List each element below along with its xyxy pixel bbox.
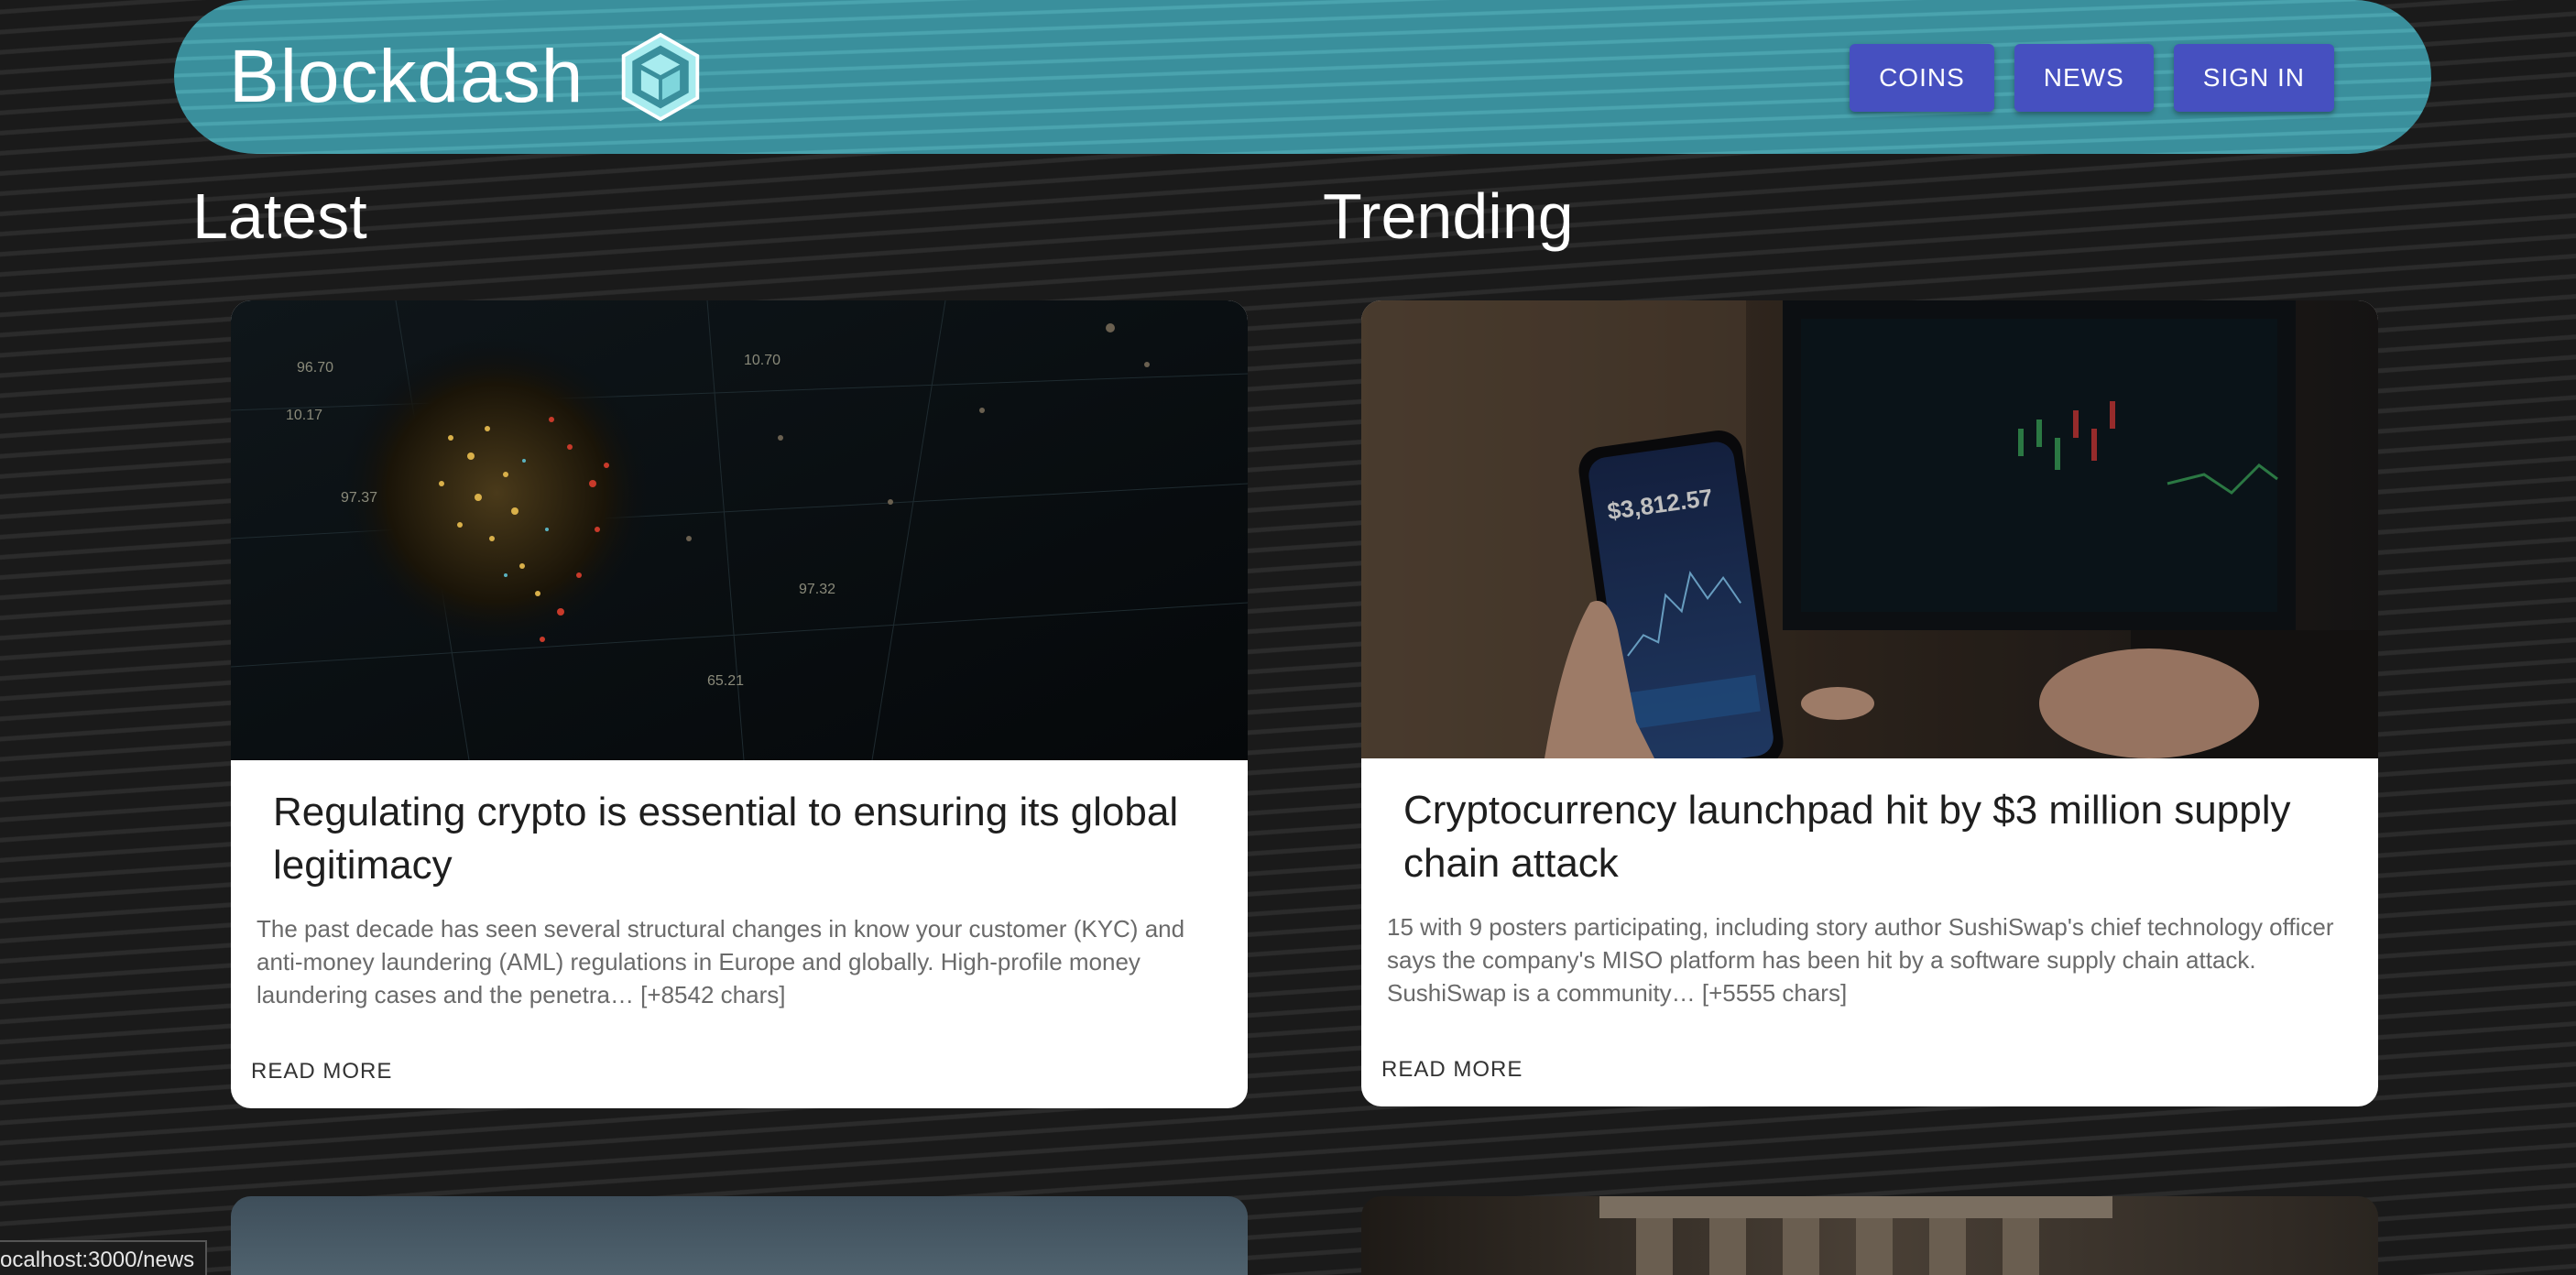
trending-read-more-button[interactable]: READ MORE — [1381, 1057, 1523, 1083]
latest-heading: Latest — [192, 180, 367, 252]
trending-card-image[interactable]: $3,812.57 — [1361, 300, 2378, 758]
coins-button[interactable]: COINS — [1850, 44, 1994, 112]
latest-card-body: Regulating crypto is essential to ensuri… — [231, 760, 1248, 1108]
svg-text:10.17: 10.17 — [286, 408, 322, 423]
news-button[interactable]: NEWS — [2014, 44, 2154, 112]
cube-logo-icon — [622, 32, 700, 122]
status-bar-url: ocalhost:3000/news — [0, 1240, 208, 1275]
svg-text:96.70: 96.70 — [297, 360, 333, 376]
trending-news-card[interactable]: $3,812.57 Cryptocurrency launchpad hit b… — [1361, 300, 2378, 1106]
trending-heading: Trending — [1323, 180, 1574, 252]
top-header: Blockdash COINS NEWS SIGN IN — [174, 0, 2431, 154]
main-nav: COINS NEWS SIGN IN — [1850, 44, 2334, 112]
latest-read-more-button[interactable]: READ MORE — [251, 1059, 392, 1084]
trending-card-description: 15 with 9 posters participating, includi… — [1387, 913, 2334, 1007]
brand-name[interactable]: Blockdash — [229, 34, 584, 120]
svg-text:97.37: 97.37 — [341, 490, 377, 506]
next-latest-card[interactable] — [231, 1196, 1248, 1275]
trending-card-body: Cryptocurrency launchpad hit by $3 milli… — [1361, 758, 2378, 1106]
latest-card-image[interactable]: 96.70 10.70 97.32 97.37 65.21 10.17 — [231, 300, 1248, 760]
building-image — [1599, 1196, 2112, 1275]
latest-card-description: The past decade has seen several structu… — [257, 915, 1185, 1008]
latest-news-card[interactable]: 96.70 10.70 97.32 97.37 65.21 10.17 Regu… — [231, 300, 1248, 1108]
latest-card-title[interactable]: Regulating crypto is essential to ensuri… — [273, 786, 1206, 892]
sign-in-button[interactable]: SIGN IN — [2173, 44, 2334, 112]
trending-card-title[interactable]: Cryptocurrency launchpad hit by $3 milli… — [1403, 784, 2336, 890]
next-trending-card[interactable] — [1361, 1196, 2378, 1275]
svg-text:65.21: 65.21 — [707, 673, 744, 689]
phone-trading-image: $3,812.57 — [1361, 300, 2378, 758]
svg-text:10.70: 10.70 — [744, 353, 780, 368]
brand[interactable]: Blockdash — [229, 31, 704, 123]
svg-text:97.32: 97.32 — [799, 582, 835, 597]
globe-network-image: 96.70 10.70 97.32 97.37 65.21 10.17 — [231, 300, 1248, 760]
